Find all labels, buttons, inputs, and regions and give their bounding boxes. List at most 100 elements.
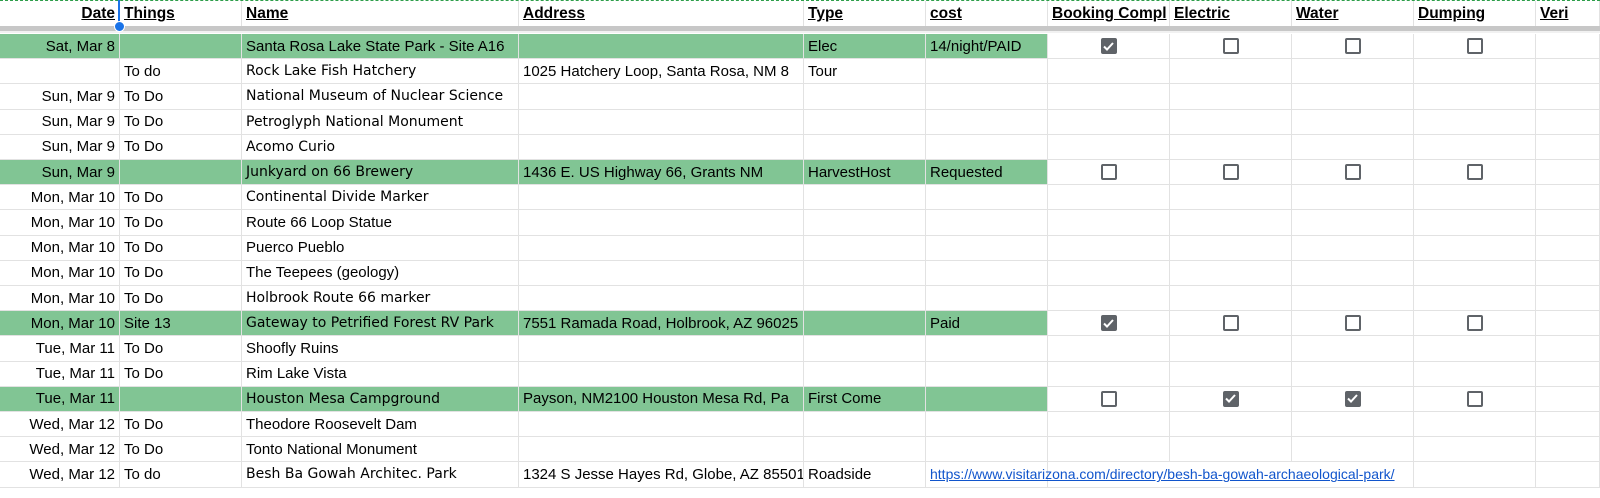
- cell-electric[interactable]: [1170, 160, 1292, 185]
- cell-water[interactable]: [1292, 286, 1414, 311]
- cell-dumping[interactable]: [1414, 286, 1536, 311]
- cell-date[interactable]: Sun, Mar 9: [0, 134, 120, 159]
- cell-water[interactable]: [1292, 462, 1414, 487]
- cell-things[interactable]: [120, 160, 242, 185]
- cell-date[interactable]: Wed, Mar 12: [0, 462, 120, 487]
- cell-type[interactable]: [804, 84, 926, 109]
- cell-dumping[interactable]: [1414, 134, 1536, 159]
- cell-things[interactable]: To Do: [120, 210, 242, 235]
- cell-address[interactable]: [519, 134, 804, 159]
- cell-booking[interactable]: [1048, 412, 1170, 437]
- cell-cost[interactable]: [926, 59, 1048, 84]
- dumping-checkbox[interactable]: [1466, 390, 1483, 407]
- cell-name[interactable]: Puerco Pueblo: [242, 235, 519, 260]
- cell-address[interactable]: [519, 260, 804, 285]
- cell-type[interactable]: [804, 260, 926, 285]
- cell-booking[interactable]: [1048, 311, 1170, 336]
- cell-booking[interactable]: [1048, 134, 1170, 159]
- cell-cost[interactable]: [926, 84, 1048, 109]
- cell-booking[interactable]: [1048, 34, 1170, 59]
- cell-dumping[interactable]: [1414, 437, 1536, 462]
- cell-name[interactable]: Theodore Roosevelt Dam: [242, 412, 519, 437]
- cell-verified[interactable]: [1536, 260, 1600, 285]
- booking-checkbox[interactable]: [1100, 164, 1117, 181]
- cell-name[interactable]: Rim Lake Vista: [242, 361, 519, 386]
- cell-booking[interactable]: [1048, 361, 1170, 386]
- cell-name[interactable]: Besh Ba Gowah Architec. Park: [242, 462, 519, 487]
- cell-dumping[interactable]: [1414, 235, 1536, 260]
- electric-checkbox[interactable]: [1222, 315, 1239, 332]
- cell-water[interactable]: [1292, 336, 1414, 361]
- cell-name[interactable]: Acomo Curio: [242, 134, 519, 159]
- cell-things[interactable]: To Do: [120, 260, 242, 285]
- cell-address[interactable]: 1436 E. US Highway 66, Grants NM: [519, 160, 804, 185]
- cell-electric[interactable]: [1170, 34, 1292, 59]
- cell-electric[interactable]: [1170, 412, 1292, 437]
- cell-date[interactable]: Mon, Mar 10: [0, 185, 120, 210]
- cell-name[interactable]: Rock Lake Fish Hatchery: [242, 59, 519, 84]
- cell-water[interactable]: [1292, 185, 1414, 210]
- cell-date[interactable]: Sun, Mar 9: [0, 109, 120, 134]
- cell-cost[interactable]: 14/night/PAID: [926, 34, 1048, 59]
- cell-type[interactable]: [804, 286, 926, 311]
- cell-date[interactable]: Tue, Mar 11: [0, 361, 120, 386]
- cell-cost[interactable]: [926, 109, 1048, 134]
- cell-things[interactable]: [120, 34, 242, 59]
- cell-dumping[interactable]: [1414, 210, 1536, 235]
- cell-type[interactable]: [804, 437, 926, 462]
- cell-dumping[interactable]: [1414, 160, 1536, 185]
- selection-handle-dot[interactable]: [114, 21, 125, 32]
- cell-things[interactable]: To Do: [120, 109, 242, 134]
- cell-cost[interactable]: [926, 235, 1048, 260]
- cell-booking[interactable]: [1048, 160, 1170, 185]
- cell-verified[interactable]: [1536, 286, 1600, 311]
- cell-electric[interactable]: [1170, 336, 1292, 361]
- cell-date[interactable]: Sun, Mar 9: [0, 84, 120, 109]
- cell-things[interactable]: To Do: [120, 412, 242, 437]
- cell-name[interactable]: Junkyard on 66 Brewery: [242, 160, 519, 185]
- cell-dumping[interactable]: [1414, 260, 1536, 285]
- cell-address[interactable]: [519, 437, 804, 462]
- cell-name[interactable]: Continental Divide Marker: [242, 185, 519, 210]
- cell-type[interactable]: [804, 361, 926, 386]
- cell-things[interactable]: To Do: [120, 286, 242, 311]
- cell-verified[interactable]: [1536, 160, 1600, 185]
- cell-things[interactable]: To Do: [120, 235, 242, 260]
- cell-cost[interactable]: [926, 336, 1048, 361]
- cell-name[interactable]: Route 66 Loop Statue: [242, 210, 519, 235]
- header-type[interactable]: Type: [804, 1, 926, 26]
- cell-verified[interactable]: [1536, 210, 1600, 235]
- cell-water[interactable]: [1292, 437, 1414, 462]
- cell-date[interactable]: [0, 59, 120, 84]
- cell-cost[interactable]: [926, 361, 1048, 386]
- cell-address[interactable]: 1324 S Jesse Hayes Rd, Globe, AZ 85501: [519, 462, 804, 487]
- cell-type[interactable]: Tour: [804, 59, 926, 84]
- cell-booking[interactable]: [1048, 260, 1170, 285]
- cell-name[interactable]: Houston Mesa Campground: [242, 386, 519, 411]
- cell-verified[interactable]: [1536, 386, 1600, 411]
- cell-dumping[interactable]: [1414, 34, 1536, 59]
- cell-name[interactable]: Holbrook Route 66 marker: [242, 286, 519, 311]
- cell-type[interactable]: HarvestHost: [804, 160, 926, 185]
- water-checkbox[interactable]: [1344, 390, 1361, 407]
- cell-type[interactable]: [804, 109, 926, 134]
- cell-water[interactable]: [1292, 260, 1414, 285]
- cell-date[interactable]: Mon, Mar 10: [0, 260, 120, 285]
- cell-booking[interactable]: [1048, 59, 1170, 84]
- cell-water[interactable]: [1292, 34, 1414, 59]
- cell-things[interactable]: To do: [120, 462, 242, 487]
- cell-booking[interactable]: [1048, 286, 1170, 311]
- header-dumping[interactable]: Dumping: [1414, 1, 1536, 26]
- cell-cost[interactable]: [926, 210, 1048, 235]
- header-address[interactable]: Address: [519, 1, 804, 26]
- cell-things[interactable]: To Do: [120, 437, 242, 462]
- cell-type[interactable]: [804, 412, 926, 437]
- cell-verified[interactable]: [1536, 34, 1600, 59]
- cell-date[interactable]: Tue, Mar 11: [0, 386, 120, 411]
- cell-things[interactable]: Site 13: [120, 311, 242, 336]
- booking-checkbox[interactable]: [1100, 38, 1117, 55]
- cell-cost[interactable]: Paid: [926, 311, 1048, 336]
- cell-electric[interactable]: [1170, 84, 1292, 109]
- cell-date[interactable]: Mon, Mar 10: [0, 210, 120, 235]
- electric-checkbox[interactable]: [1222, 390, 1239, 407]
